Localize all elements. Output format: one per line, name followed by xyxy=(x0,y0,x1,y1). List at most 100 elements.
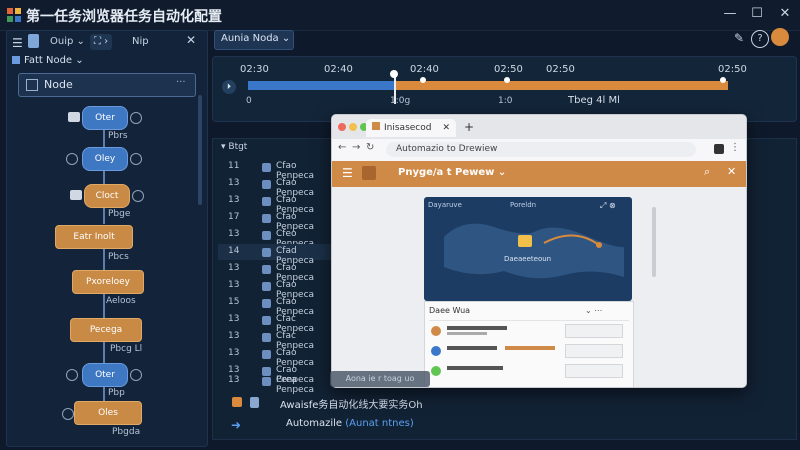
list-item[interactable]: 13 Cfao Penpeca xyxy=(218,176,334,198)
list-item[interactable]: 13 Cfao Penpeca xyxy=(218,346,334,368)
file-icon[interactable] xyxy=(28,34,39,48)
edit-icon[interactable]: ✎ xyxy=(734,31,744,45)
row-text-line xyxy=(447,366,503,370)
browser-tab[interactable]: Inisasecod ✕ xyxy=(366,119,456,137)
node-option-icon[interactable] xyxy=(132,190,144,202)
timeline-segment-blue xyxy=(248,81,394,90)
warning-icon xyxy=(232,397,242,407)
list-item[interactable]: 15 Cfao Penpeca xyxy=(218,295,334,317)
playhead-handle[interactable] xyxy=(390,70,398,78)
step-icon xyxy=(262,265,271,274)
flow-node-4[interactable]: Eatr Inolt xyxy=(55,225,133,249)
expand-icon[interactable]: ⤢ ⊗ xyxy=(600,201,616,211)
url-input[interactable]: Automazio to Drewiew xyxy=(386,142,696,157)
flow-node-1[interactable]: Oter xyxy=(82,106,128,130)
app-logo-icon xyxy=(7,8,21,22)
automation-row[interactable]: Automazile (Aunat ntnes) xyxy=(286,418,414,429)
list-item[interactable]: 13Cfeo Penpeca xyxy=(218,227,334,249)
row-number: 13 xyxy=(228,314,240,324)
timeline-tick: 02:50 xyxy=(718,64,747,75)
list-item[interactable]: 13 Crea Penpeca xyxy=(218,373,334,395)
list-item[interactable]: 17 Cfao Penpeca xyxy=(218,210,334,232)
help-icon[interactable]: ? xyxy=(751,30,769,48)
flow-node-3[interactable]: Cloct xyxy=(84,184,130,208)
list-item[interactable]: 13 Cfao Penpeca xyxy=(218,278,334,300)
browser-close-dot[interactable] xyxy=(338,123,346,131)
list-item[interactable]: 13 Cfac Penpeca xyxy=(218,312,334,334)
list-item[interactable]: 11 Cfao Penpeca xyxy=(218,159,334,181)
row-number: 13 xyxy=(228,348,240,358)
hamburger-icon[interactable]: ☰ xyxy=(342,166,353,180)
window-title: 第一任务浏览器任务自动化配置 xyxy=(26,9,222,25)
row-number: 13 xyxy=(228,375,240,385)
timeline-marker: 1:0 xyxy=(498,96,513,106)
list-item[interactable]: 13 Cfac Penpeca xyxy=(218,329,334,351)
comment-icon xyxy=(68,112,80,122)
tab-close-icon[interactable]: ✕ xyxy=(442,119,450,137)
new-tab-icon[interactable]: + xyxy=(464,120,474,134)
row-number: 13 xyxy=(228,280,240,290)
row-number: 17 xyxy=(228,212,240,222)
panel-title: Daee Wua xyxy=(429,306,471,315)
panel-close-icon[interactable]: ✕ xyxy=(186,33,196,47)
timeline-tick: 02:50 xyxy=(494,64,523,75)
map-view[interactable]: Dayaruve Poreldn Daeaeeteoun ⤢ ⊗ xyxy=(424,197,632,301)
browser-menu-icon[interactable]: ⋮ xyxy=(730,142,740,153)
flow-node-5[interactable]: Pxoreloey xyxy=(72,270,144,294)
list-item[interactable]: 14 Cfad Penpeca xyxy=(218,244,334,266)
section-dropdown[interactable]: Fatt Node ⌄ xyxy=(24,55,84,66)
flow-node-2[interactable]: Oley xyxy=(82,147,128,171)
row-avatar xyxy=(431,366,441,376)
avatar[interactable] xyxy=(771,28,789,46)
search-icon[interactable]: ⌕ xyxy=(704,165,710,179)
toolbar-chip-icon[interactable]: ⛶ › xyxy=(90,34,113,50)
extension-icon[interactable] xyxy=(714,144,724,154)
timeline-tick: 02:40 xyxy=(324,64,353,75)
flow-connector xyxy=(103,340,105,364)
timeline-keyframe[interactable] xyxy=(720,77,726,83)
browser-scrollbar[interactable] xyxy=(652,207,656,277)
arrow-icon: ➜ xyxy=(231,418,242,432)
panel-chip[interactable] xyxy=(565,324,623,338)
panel-scrollbar[interactable] xyxy=(198,95,202,205)
forward-icon[interactable]: → xyxy=(352,142,360,153)
automation-link[interactable]: (Aunat ntnes) xyxy=(345,418,414,429)
node-option-icon[interactable] xyxy=(130,369,142,381)
browser-minimize-dot[interactable] xyxy=(349,123,357,131)
world-map-graphic xyxy=(444,223,624,279)
flow-node-8[interactable]: Oles xyxy=(74,401,142,425)
reload-icon[interactable]: ↻ xyxy=(366,142,374,153)
minimize-button[interactable]: — xyxy=(719,4,741,24)
maximize-button[interactable]: ☐ xyxy=(746,4,768,24)
play-icon[interactable]: ⏵ xyxy=(222,80,236,94)
row-text-line xyxy=(447,332,487,335)
panel-chip[interactable] xyxy=(565,364,623,378)
timeline-keyframe[interactable] xyxy=(420,77,426,83)
close-button[interactable]: ✕ xyxy=(774,4,796,24)
flow-caption: Pbcs xyxy=(108,252,129,262)
back-icon[interactable]: ← xyxy=(338,142,346,153)
close-icon[interactable]: ✕ xyxy=(727,165,736,178)
node-option-icon[interactable] xyxy=(130,153,142,165)
step-icon xyxy=(262,197,271,206)
node-option-icon[interactable] xyxy=(130,112,142,124)
summary-row[interactable]: Awaisfe务自动化线大要实务Oh xyxy=(280,396,423,411)
list-item[interactable]: 13 Cfao Penpeca xyxy=(218,261,334,283)
timeline-keyframe[interactable] xyxy=(504,77,510,83)
toolbar-item[interactable]: Nip xyxy=(132,34,149,50)
toolbar-dropdown[interactable]: Ouip ⌄ xyxy=(50,34,85,50)
search-icon[interactable] xyxy=(62,408,74,420)
flow-node-7[interactable]: Oter xyxy=(82,363,128,387)
more-icon[interactable]: ··· xyxy=(176,77,186,88)
panel-chip[interactable] xyxy=(565,344,623,358)
timeline-segment-orange xyxy=(394,81,728,90)
row-number: 13 xyxy=(228,331,240,341)
menu-icon[interactable]: ☰ xyxy=(12,36,23,50)
panel-controls-icon[interactable]: ⌄ ⋯ xyxy=(585,306,602,315)
flow-caption: Pbcg Ll xyxy=(110,344,143,354)
flow-node-6[interactable]: Pecega xyxy=(70,318,142,342)
timeline-timestamp: Tbeg 4l Ml xyxy=(568,95,620,106)
list-header: ▾ Btgt xyxy=(221,142,248,152)
list-item[interactable]: 13 Cfao Penpeca xyxy=(218,193,334,215)
app-title-dropdown[interactable]: Pnyge/a t Pewew ⌄ xyxy=(398,167,506,178)
